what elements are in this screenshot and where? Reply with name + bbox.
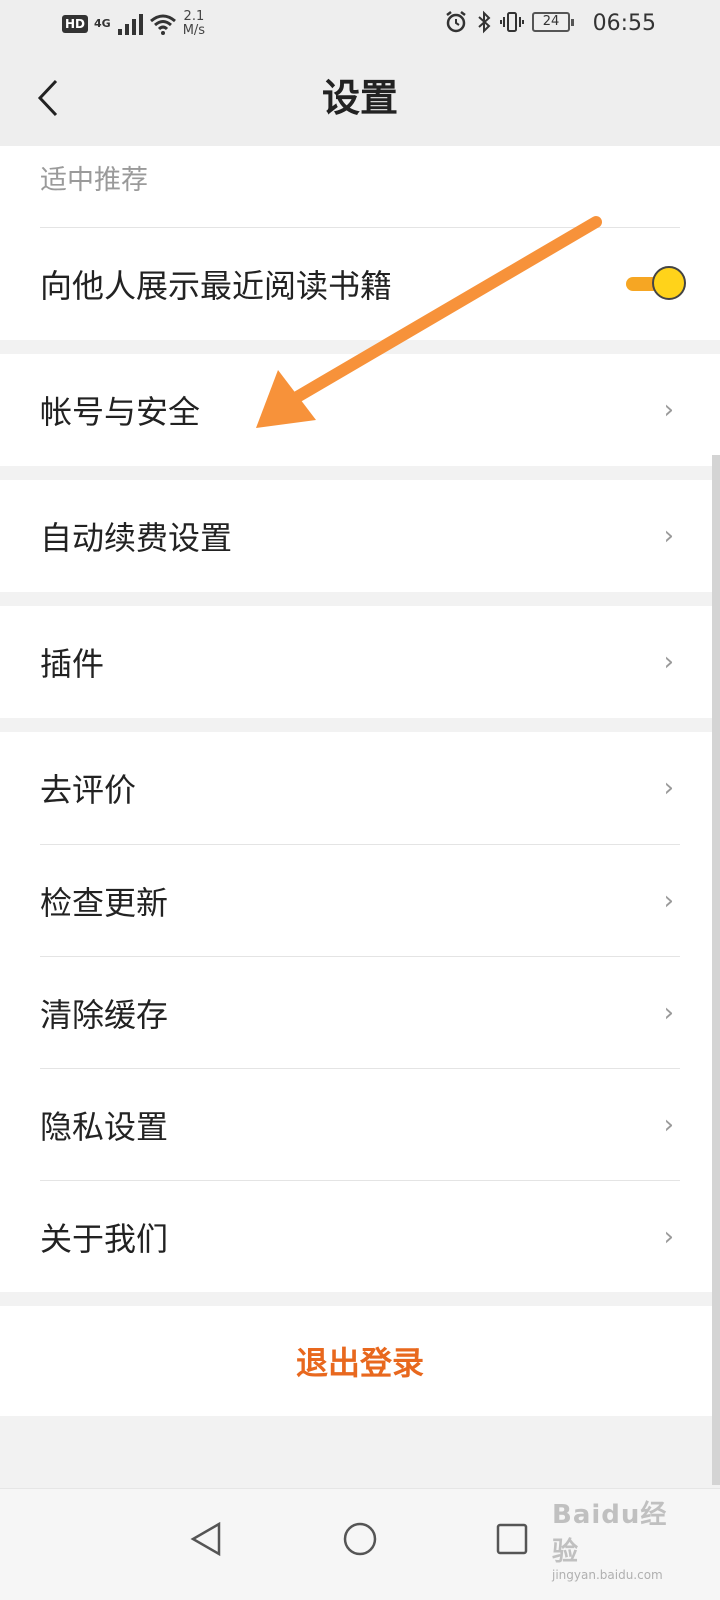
account-security-row[interactable]: 帐号与安全 › [40, 354, 680, 466]
about-us-label: 关于我们 [40, 1219, 169, 1258]
section-display: 适中推荐 向他人展示最近阅读书籍 [0, 146, 720, 340]
account-security-label: 帐号与安全 [40, 393, 201, 431]
status-right: 24 [444, 10, 574, 34]
plugins-label: 插件 [40, 645, 105, 683]
triangle-back-icon [190, 1521, 221, 1557]
clear-cache-row[interactable]: 清除缓存 › [40, 956, 680, 1068]
square-recents-icon [496, 1523, 528, 1555]
chevron-right-icon: › [663, 647, 674, 677]
divider [0, 340, 720, 354]
watermark-brand: Baidu经验 [552, 1500, 668, 1567]
show-reading-row: 向他人展示最近阅读书籍 [40, 228, 686, 340]
speed-value: 2.1 [183, 9, 205, 24]
chevron-right-icon: › [663, 885, 674, 916]
show-reading-toggle[interactable] [626, 266, 686, 302]
chevron-right-icon: › [663, 521, 674, 551]
settings-list: 适中推荐 向他人展示最近阅读书籍 帐号与安全 › 自动续费设置 › 插件 › 去… [0, 146, 720, 1416]
chevron-right-icon: › [663, 1221, 674, 1252]
network-speed: 2.1 M/s [183, 10, 205, 38]
hd-badge: HD [62, 15, 89, 33]
baidu-watermark: Baidu经验 jingyan.baidu.com [552, 1494, 682, 1582]
alarm-icon [446, 11, 466, 33]
divider [0, 1292, 720, 1306]
chevron-right-icon: › [663, 997, 674, 1028]
speed-unit: M/s [182, 23, 206, 38]
show-reading-label: 向他人展示最近阅读书籍 [40, 267, 393, 305]
privacy-settings-label: 隐私设置 [40, 1107, 169, 1146]
reading-mode-subtitle: 适中推荐 [40, 165, 148, 196]
divider [0, 718, 720, 732]
chevron-right-icon: › [663, 395, 674, 425]
auto-renewal-label: 自动续费设置 [40, 519, 233, 557]
rate-app-row[interactable]: 去评价 › [40, 732, 680, 844]
divider [0, 466, 720, 480]
signal-icon [117, 14, 143, 35]
header: 设置 [0, 50, 720, 146]
battery-indicator: 24 [532, 12, 574, 32]
network-type: 4G [94, 17, 111, 30]
clear-cache-label: 清除缓存 [40, 995, 169, 1034]
check-update-label: 检查更新 [40, 883, 169, 922]
plugins-row[interactable]: 插件 › [40, 606, 680, 718]
nav-back-button[interactable] [176, 1509, 236, 1569]
section-logout: 退出登录 [0, 1306, 720, 1416]
privacy-settings-row[interactable]: 隐私设置 › [40, 1068, 680, 1180]
bluetooth-icon [478, 10, 491, 34]
section-misc: 去评价 › 检查更新 › 清除缓存 › 隐私设置 › 关于我们 › [0, 732, 720, 1292]
nav-recents-button[interactable] [482, 1509, 542, 1569]
toggle-knob [652, 266, 686, 300]
logout-button[interactable]: 退出登录 [296, 1338, 424, 1384]
wifi-icon [149, 14, 176, 35]
auto-renewal-row[interactable]: 自动续费设置 › [40, 480, 680, 592]
status-bar: HD 4G 2.1 M/s 24 06:55 [0, 0, 720, 50]
page-title: 设置 [321, 75, 398, 120]
section-plugins: 插件 › [0, 606, 720, 718]
circle-home-icon [343, 1522, 377, 1556]
check-update-row[interactable]: 检查更新 › [40, 844, 680, 956]
divider [0, 592, 720, 606]
vibrate-icon [500, 12, 524, 32]
status-time: 06:55 [592, 11, 656, 36]
nav-home-button[interactable] [330, 1509, 390, 1569]
about-us-row[interactable]: 关于我们 › [40, 1180, 680, 1292]
status-left: HD 4G 2.1 M/s [62, 10, 205, 38]
reading-mode-row[interactable]: 适中推荐 [40, 146, 680, 228]
section-account: 帐号与安全 › [0, 354, 720, 466]
section-renewal: 自动续费设置 › [0, 480, 720, 592]
chevron-right-icon: › [663, 773, 674, 803]
chevron-right-icon: › [663, 1109, 674, 1140]
watermark-url: jingyan.baidu.com [552, 1568, 663, 1582]
scrollbar[interactable] [712, 455, 720, 1485]
rate-app-label: 去评价 [40, 771, 137, 809]
